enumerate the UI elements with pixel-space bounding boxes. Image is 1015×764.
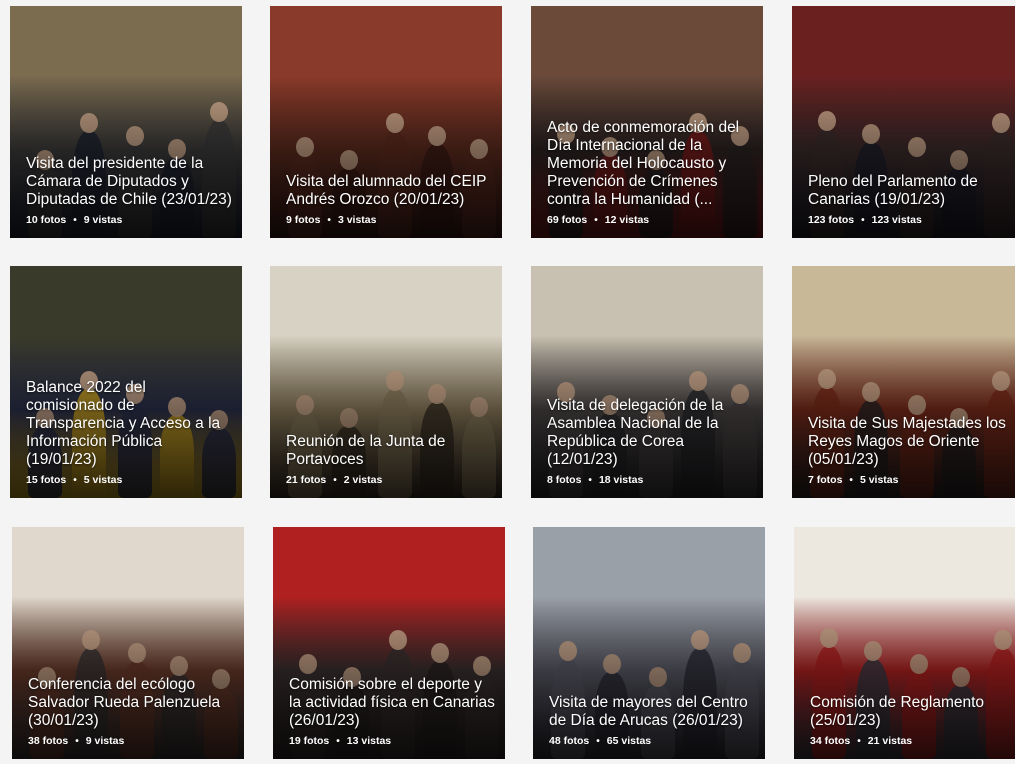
photo-count: 7 fotos (808, 474, 843, 486)
album-title: Reunión de la Junta de Portavoces (286, 433, 446, 468)
album-title: Balance 2022 del comisionado de Transpar… (26, 379, 221, 468)
album-card[interactable]: Visita de mayores del Centro de Día de A… (533, 527, 765, 759)
album-title: Visita de delegación de la Asamblea Naci… (547, 397, 724, 468)
album-card[interactable]: Visita de delegación de la Asamblea Naci… (531, 266, 763, 498)
separator-dot: • (336, 735, 340, 747)
view-count: 21 vistas (867, 735, 913, 747)
album-card[interactable]: Conferencia del ecólogo Salvador Rueda P… (12, 527, 244, 759)
album-title: Acto de conmemoración del Día Internacio… (547, 119, 740, 208)
album-title: Pleno del Parlamento de Canarias (19/01/… (808, 173, 978, 208)
album-card[interactable]: Comisión sobre el deporte y la actividad… (273, 527, 505, 759)
separator-dot: • (857, 735, 861, 747)
photo-count: 34 fotos (810, 735, 851, 747)
album-card[interactable]: Comisión de Reglamento (25/01/23) 34 fot… (794, 527, 1015, 759)
view-count: 65 vistas (606, 735, 652, 747)
album-card[interactable]: Acto de conmemoración del Día Internacio… (531, 6, 763, 238)
separator-dot: • (861, 214, 865, 226)
photo-count: 48 fotos (549, 735, 590, 747)
view-count: 3 vistas (337, 214, 377, 226)
album-title: Visita del presidente de la Cámara de Di… (26, 155, 232, 208)
separator-dot: • (327, 214, 331, 226)
separator-dot: • (333, 474, 337, 486)
photo-count: 69 fotos (547, 214, 588, 226)
view-count: 123 vistas (871, 214, 922, 226)
separator-dot: • (588, 474, 592, 486)
album-card[interactable]: Visita del alumnado del CEIP Andrés Oroz… (270, 6, 502, 238)
album-grid: Visita del presidente de la Cámara de Di… (0, 0, 1015, 764)
album-card[interactable]: Pleno del Parlamento de Canarias (19/01/… (792, 6, 1015, 238)
album-card[interactable]: Visita del presidente de la Cámara de Di… (10, 6, 242, 238)
view-count: 9 vistas (85, 735, 125, 747)
photo-count: 21 fotos (286, 474, 327, 486)
view-count: 18 vistas (598, 474, 644, 486)
view-count: 12 vistas (604, 214, 650, 226)
view-count: 2 vistas (343, 474, 383, 486)
album-title: Conferencia del ecólogo Salvador Rueda P… (28, 676, 221, 729)
photo-count: 9 fotos (286, 214, 321, 226)
photo-count: 123 fotos (808, 214, 855, 226)
album-title: Visita del alumnado del CEIP Andrés Oroz… (286, 173, 487, 208)
photo-count: 10 fotos (26, 214, 67, 226)
album-card[interactable]: Balance 2022 del comisionado de Transpar… (10, 266, 242, 498)
separator-dot: • (75, 735, 79, 747)
album-title: Visita de mayores del Centro de Día de A… (549, 694, 748, 729)
album-card[interactable]: Visita de Sus Majestades los Reyes Magos… (792, 266, 1015, 498)
view-count: 5 vistas (859, 474, 899, 486)
view-count: 5 vistas (83, 474, 123, 486)
photo-count: 19 fotos (289, 735, 330, 747)
separator-dot: • (73, 474, 77, 486)
album-card[interactable]: Reunión de la Junta de Portavoces 21 fot… (270, 266, 502, 498)
album-title: Visita de Sus Majestades los Reyes Magos… (808, 415, 1006, 468)
view-count: 13 vistas (346, 735, 392, 747)
separator-dot: • (849, 474, 853, 486)
album-title: Comisión sobre el deporte y la actividad… (289, 676, 495, 729)
photo-count: 8 fotos (547, 474, 582, 486)
separator-dot: • (594, 214, 598, 226)
photo-count: 38 fotos (28, 735, 69, 747)
view-count: 9 vistas (83, 214, 123, 226)
separator-dot: • (596, 735, 600, 747)
album-title: Comisión de Reglamento (25/01/23) (810, 694, 985, 729)
photo-count: 15 fotos (26, 474, 67, 486)
separator-dot: • (73, 214, 77, 226)
